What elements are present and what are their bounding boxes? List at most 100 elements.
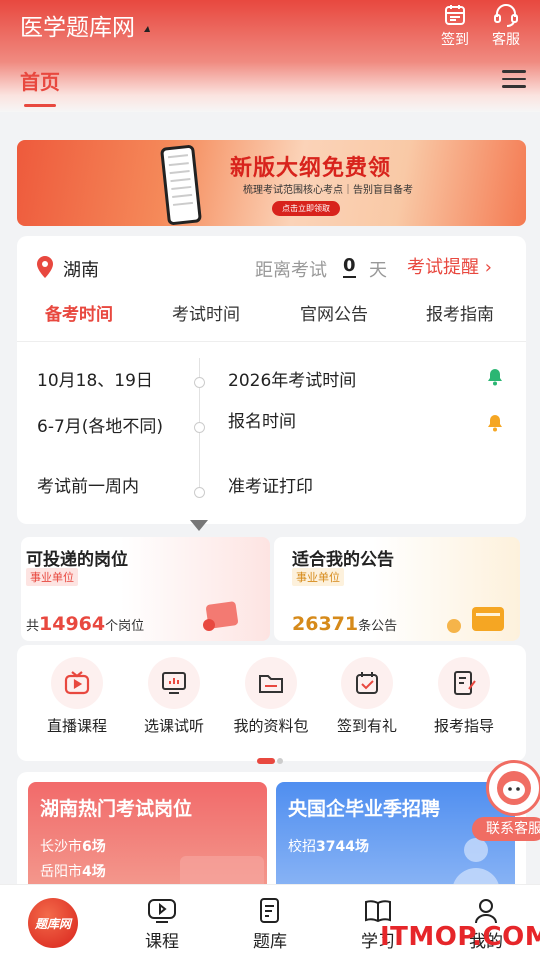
promo-stat: 共14964个岗位 bbox=[26, 613, 144, 635]
exam-reminder-label: 考试提醒 bbox=[407, 257, 479, 278]
available-jobs-card[interactable]: 可投递的岗位 事业单位 共14964个岗位 bbox=[21, 537, 270, 641]
chevron-right-icon: › bbox=[484, 257, 492, 278]
bell-icon[interactable] bbox=[486, 368, 504, 386]
headset-icon bbox=[494, 4, 518, 27]
hamburger-menu-icon[interactable] bbox=[502, 70, 526, 90]
hot-exam-positions-tile[interactable]: 湖南热门考试岗位 长沙市6场 岳阳市4场 bbox=[28, 782, 267, 892]
exam-tabs: 备考时间 考试时间 官网公告 报考指南 bbox=[17, 300, 526, 340]
promo-tag: 事业单位 bbox=[26, 568, 78, 586]
timeline-dot bbox=[194, 422, 205, 433]
calendar-icon bbox=[445, 5, 465, 25]
nav-label: 题库 bbox=[253, 932, 287, 952]
tile-title: 央国企毕业季招聘 bbox=[288, 798, 441, 820]
promo-banner[interactable]: 新版大纲免费领 梳理考试范围核心考点｜告别盲目备考 点击立即领取 bbox=[17, 140, 526, 226]
timeline-date: 6-7月(各地不同) bbox=[37, 417, 164, 437]
title-dropdown-caret-icon[interactable] bbox=[144, 26, 150, 32]
phone-illustration-icon bbox=[160, 144, 202, 226]
suitable-notices-card[interactable]: 适合我的公告 事业单位 26371条公告 bbox=[274, 537, 520, 641]
watermark-text: ITMOP.COM bbox=[380, 922, 540, 952]
tab-home[interactable]: 首页 bbox=[20, 66, 60, 95]
document-icon bbox=[260, 898, 279, 923]
pointer-arrow-icon bbox=[190, 520, 208, 531]
timeline-date: 考试前一周内 bbox=[37, 477, 139, 497]
quick-item-label: 报考指导 bbox=[433, 717, 494, 735]
nav-home-logo[interactable]: 题库网 bbox=[28, 898, 78, 948]
folder-icon bbox=[245, 657, 297, 709]
exam-schedule-card: 湖南 距离考试 0 天 考试提醒 › 备考时间 考试时间 官网公告 报考指南 1… bbox=[17, 236, 526, 524]
promo-title: 可投递的岗位 bbox=[26, 550, 128, 570]
promo-suffix: 条公告 bbox=[358, 619, 398, 634]
sign-in-button[interactable]: 签到 bbox=[435, 3, 475, 49]
tile-line: 岳阳市4场 bbox=[40, 861, 106, 881]
timeline-event: 报名时间 bbox=[228, 412, 296, 432]
quick-item-check-in-reward[interactable]: 签到有礼 bbox=[322, 657, 412, 736]
promo-tag: 事业单位 bbox=[292, 568, 344, 586]
city-name: 岳阳市 bbox=[40, 864, 82, 880]
distance-unit: 天 bbox=[369, 260, 387, 281]
promo-prefix: 共 bbox=[26, 619, 40, 634]
contact-service-label: 联系客服 bbox=[472, 817, 540, 841]
recruit-label: 校招 bbox=[288, 839, 316, 855]
jobs-count: 14964 bbox=[39, 613, 106, 635]
quick-item-course-trial[interactable]: 选课试听 bbox=[129, 657, 219, 736]
quick-item-label: 我的资料包 bbox=[233, 717, 309, 735]
promo-suffix: 个岗位 bbox=[105, 619, 145, 634]
quick-item-live-course[interactable]: 直播课程 bbox=[32, 657, 122, 736]
quick-item-label: 签到有礼 bbox=[336, 717, 397, 735]
city-name: 长沙市 bbox=[40, 839, 82, 855]
floating-contact-service[interactable]: 联系客服 bbox=[470, 760, 540, 844]
city-count: 6场 bbox=[82, 839, 106, 855]
service-avatar-icon bbox=[486, 760, 540, 816]
timeline-date: 10月18、19日 bbox=[37, 371, 153, 391]
timeline-event: 准考证打印 bbox=[228, 477, 313, 497]
quick-access-grid: 直播课程 选课试听 我的资料包 签到有礼 报考指导 bbox=[17, 645, 526, 764]
app-title[interactable]: 医学题库网 bbox=[20, 8, 135, 42]
tile-line: 校招3744场 bbox=[288, 836, 369, 856]
page-indicator bbox=[257, 749, 285, 768]
tab-prep-time[interactable]: 备考时间 bbox=[45, 300, 113, 325]
timeline-event: 2026年考试时间 bbox=[228, 371, 357, 391]
customer-service-button[interactable]: 客服 bbox=[486, 3, 526, 49]
nav-item-course[interactable]: 课程 bbox=[132, 897, 192, 952]
document-edit-icon bbox=[438, 657, 490, 709]
location-pin-icon bbox=[37, 256, 53, 278]
tab-official-notice[interactable]: 官网公告 bbox=[300, 300, 368, 325]
timeline-dot bbox=[194, 377, 205, 388]
open-book-icon bbox=[365, 900, 391, 923]
promo-title: 适合我的公告 bbox=[292, 550, 394, 570]
timeline-dot bbox=[194, 487, 205, 498]
banner-claim-button[interactable]: 点击立即领取 bbox=[272, 201, 340, 216]
banner-title: 新版大纲免费领 bbox=[230, 156, 392, 181]
distance-days: 0 bbox=[343, 255, 356, 278]
tile-title: 湖南热门考试岗位 bbox=[40, 798, 193, 820]
tab-apply-guide[interactable]: 报考指南 bbox=[426, 300, 494, 325]
recruit-count: 3744场 bbox=[316, 839, 369, 855]
quick-item-label: 选课试听 bbox=[143, 717, 204, 735]
customer-service-label: 客服 bbox=[492, 32, 520, 48]
promo-stat: 26371条公告 bbox=[292, 613, 397, 635]
sign-in-label: 签到 bbox=[441, 32, 469, 48]
nav-label: 课程 bbox=[145, 932, 179, 952]
app-header: 医学题库网 签到 客服 bbox=[0, 0, 540, 112]
calendar-check-icon bbox=[341, 657, 393, 709]
divider bbox=[17, 341, 526, 342]
location-name[interactable]: 湖南 bbox=[63, 256, 99, 282]
distance-label: 距离考试 bbox=[255, 260, 327, 281]
bell-icon[interactable] bbox=[486, 414, 504, 432]
city-count: 4场 bbox=[82, 864, 106, 880]
monitor-chart-icon bbox=[148, 657, 200, 709]
user-icon bbox=[475, 899, 497, 924]
briefcase-icon bbox=[203, 601, 239, 631]
quick-item-label: 直播课程 bbox=[46, 717, 107, 735]
notices-count: 26371 bbox=[292, 613, 359, 635]
page-dot[interactable] bbox=[277, 758, 283, 764]
live-tv-icon bbox=[51, 657, 103, 709]
exam-reminder-link[interactable]: 考试提醒 › bbox=[407, 253, 492, 279]
quick-item-apply-guidance[interactable]: 报考指导 bbox=[419, 657, 509, 736]
nav-item-question-bank[interactable]: 题库 bbox=[240, 897, 300, 952]
quick-item-my-materials[interactable]: 我的资料包 bbox=[226, 657, 316, 736]
tab-exam-time[interactable]: 考试时间 bbox=[172, 300, 240, 325]
page-dot-active bbox=[257, 758, 275, 764]
tab-home-indicator bbox=[24, 104, 56, 107]
recruitment-card: 湖南热门考试岗位 长沙市6场 岳阳市4场 央国企毕业季招聘 校招3744场 bbox=[17, 772, 526, 902]
